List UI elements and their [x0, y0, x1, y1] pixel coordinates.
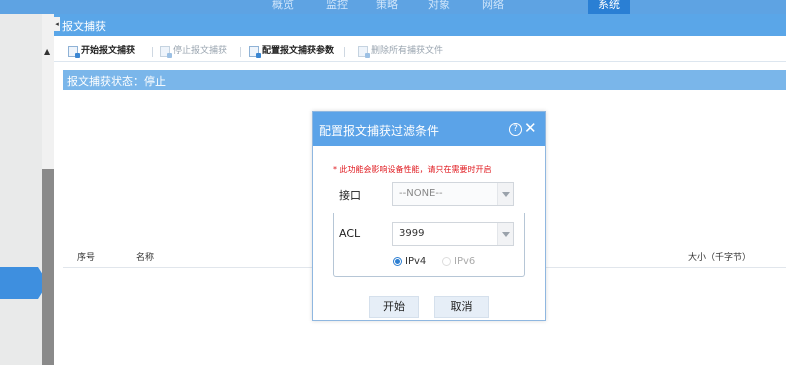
nav-tab-overview[interactable]: 概览	[272, 0, 294, 14]
panel-title: 报文捕获	[62, 20, 106, 33]
panel-header: ◂ 报文捕获	[54, 14, 786, 36]
dialog-titlebar: 配置报文捕获过滤条件 ? ✕	[313, 112, 545, 146]
stop-capture-button[interactable]: 停止报文捕获	[160, 44, 227, 58]
start-capture-button[interactable]: 开始报文捕获	[68, 44, 135, 58]
radio-unselected-icon	[442, 257, 451, 266]
nav-tab-system[interactable]: 系统	[588, 0, 630, 14]
toolbar-divider	[240, 47, 241, 57]
performance-warning: * 此功能会影响设备性能，请只在需要时开启	[333, 165, 492, 174]
close-icon[interactable]: ✕	[524, 119, 537, 137]
column-header-index[interactable]: 序号	[77, 250, 95, 263]
radio-ipv4[interactable]: IPv4	[393, 256, 426, 267]
interface-value: --NONE--	[399, 188, 443, 199]
trash-icon	[358, 45, 370, 58]
capture-status-bar: 报文捕获状态：停止	[63, 70, 786, 90]
delete-all-files-button[interactable]: 删除所有捕获文件	[358, 44, 443, 58]
radio-ipv6[interactable]: IPv6	[442, 256, 475, 267]
help-icon[interactable]: ?	[509, 123, 522, 136]
document-icon	[68, 45, 80, 58]
document-icon	[160, 45, 172, 58]
acl-label: ACL	[339, 227, 361, 240]
nav-tab-network[interactable]: 网络	[482, 0, 504, 14]
stop-capture-label: 停止报文捕获	[173, 46, 228, 56]
configure-capture-label: 配置报文捕获参数	[262, 46, 335, 56]
capture-status-text: 报文捕获状态：停止	[67, 75, 166, 88]
document-icon	[249, 45, 261, 58]
interface-label: 接口	[339, 189, 361, 202]
chevron-down-icon[interactable]	[497, 183, 513, 205]
column-header-name[interactable]: 名称	[136, 250, 154, 263]
start-button[interactable]: 开始	[369, 296, 419, 318]
delete-all-label: 删除所有捕获文件	[371, 46, 444, 56]
radio-selected-icon	[393, 257, 402, 266]
toolbar: 开始报文捕获 停止报文捕获 配置报文捕获参数 删除所有捕获文件	[54, 40, 786, 62]
nav-tab-policy[interactable]: 策略	[376, 0, 398, 14]
interface-select[interactable]: --NONE--	[392, 182, 514, 206]
nav-tab-monitor[interactable]: 监控	[326, 0, 348, 14]
capture-filter-dialog: 配置报文捕获过滤条件 ? ✕ * 此功能会影响设备性能，请只在需要时开启 接口 …	[312, 111, 546, 321]
acl-value: 3999	[399, 228, 425, 239]
nav-tab-object[interactable]: 对象	[428, 0, 450, 14]
toolbar-divider	[344, 47, 345, 57]
dialog-title: 配置报文捕获过滤条件	[319, 124, 440, 138]
radio-ipv4-label: IPv4	[405, 256, 427, 267]
column-header-size[interactable]: 大小（千字节）	[688, 250, 751, 263]
left-sidebar	[0, 14, 48, 365]
toolbar-divider	[152, 47, 153, 57]
radio-ipv6-label: IPv6	[454, 256, 476, 267]
configure-capture-button[interactable]: 配置报文捕获参数	[249, 44, 334, 58]
cancel-button[interactable]: 取消	[434, 296, 489, 318]
collapse-icon[interactable]: ◂	[54, 17, 60, 31]
vertical-scrollbar[interactable]: ▲	[42, 14, 54, 365]
start-capture-label: 开始报文捕获	[81, 46, 136, 56]
sidebar-expand-arrow[interactable]	[0, 267, 48, 299]
top-navigation: 概览 监控 策略 对象 网络 系统	[0, 0, 786, 14]
acl-select[interactable]: 3999	[392, 222, 514, 246]
scrollbar-thumb[interactable]	[42, 169, 54, 365]
chevron-down-icon[interactable]	[497, 223, 513, 245]
scroll-up-icon[interactable]: ▲	[44, 47, 50, 56]
